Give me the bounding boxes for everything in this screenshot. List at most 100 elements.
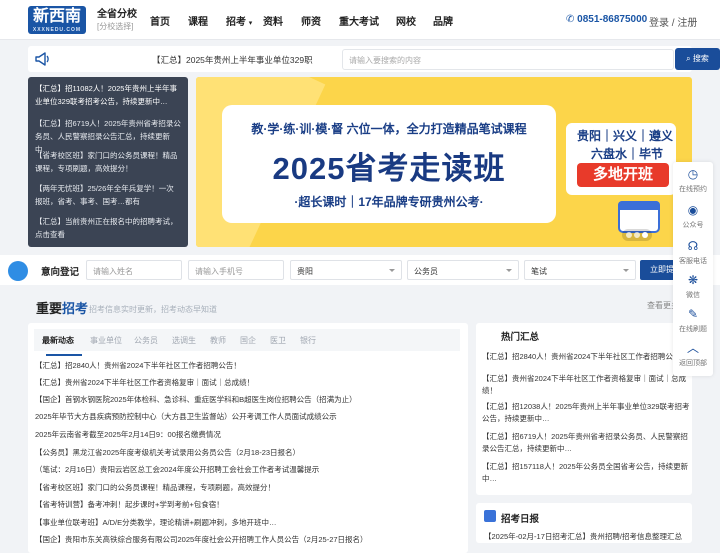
top-header: 新西南 XXXNEDU.COM 全省分校 [分校选择] 首页 课程 招考 ▾ 资… — [0, 0, 720, 40]
chevron-down-icon: ▾ — [248, 20, 253, 27]
news-item[interactable]: 【省考校区班】家门口的公务员课程！精品课程，专项刷题，高效提分！ — [35, 149, 181, 175]
banner-title: 2025省考走读班 — [272, 151, 506, 186]
nav-item-major-exams[interactable]: 重大考试 — [339, 13, 379, 28]
carousel-dots — [622, 229, 652, 241]
category-tabs: 最新动态 事业单位 公务员 选调生 教师 国企 医卫 银行 — [34, 329, 460, 356]
article-link[interactable]: 【省考特训营】备考冲刺！起步课时+学到考前+包食宿！ — [35, 499, 463, 510]
carousel-dot-active[interactable] — [642, 232, 648, 238]
hotline[interactable]: ✆ 0851-86875000 — [566, 14, 647, 25]
tab-teacher[interactable]: 教师 — [210, 335, 226, 346]
branch-selector[interactable]: 全省分校 [分校选择] — [97, 9, 137, 33]
exam-daily-title: 招考日报 — [501, 514, 540, 525]
clock-icon: ◷ — [687, 167, 699, 181]
login-register-link[interactable]: 登录 / 注册 — [649, 14, 697, 29]
hot-item[interactable]: 【汇总】招157118人！2025年公务员全国省考公告，持续更新中… — [482, 461, 690, 485]
wechat-label: 微信 — [686, 292, 700, 299]
exam-select[interactable]: 笔试 — [524, 260, 636, 280]
customer-service-button[interactable]: ☊ 客服电话 — [673, 240, 713, 266]
tab-medical[interactable]: 医卫 — [270, 335, 286, 346]
headset-icon — [8, 261, 28, 281]
registration-label: 意向登记 — [41, 267, 80, 278]
branch-select-link[interactable]: [分校选择] — [97, 21, 137, 33]
exam-daily-item[interactable]: 【2025年-02月-17日招考汇总】贵州招聘/招考信息整理汇总 — [484, 531, 690, 542]
tab-public-institution[interactable]: 事业单位 — [90, 335, 122, 346]
banner-city-line: 六盘水｜毕节 — [591, 147, 664, 161]
banner-badge: 多地开班 — [577, 163, 669, 187]
hot-summary-title: 热门汇总 — [501, 332, 540, 343]
nav-item-exams-label: 招考 — [226, 17, 246, 28]
tab-state-enterprise[interactable]: 国企 — [240, 335, 256, 346]
nav-item-courses[interactable]: 课程 — [188, 13, 208, 28]
nav-item-exams[interactable]: 招考 ▾ — [226, 13, 252, 28]
branch-title: 全省分校 — [97, 9, 137, 20]
article-link[interactable]: （笔试：2月16日）贵阳云岩区总工会2024年度公开招聘工会社会工作者考试温馨提… — [35, 464, 463, 475]
city-select[interactable]: 贵阳 — [290, 260, 402, 280]
section-title-b: 招考 — [62, 301, 89, 316]
carousel-dot[interactable] — [626, 232, 632, 238]
tab-civil-servant[interactable]: 公务员 — [134, 335, 158, 346]
nav-item-home[interactable]: 首页 — [150, 13, 170, 28]
article-link[interactable]: 【汇总】贵州省2024下半年社区工作者资格复审｜面试｜总成绩！ — [35, 377, 463, 388]
active-tab-indicator — [46, 354, 82, 356]
search-button[interactable]: ⌕ 搜索 — [675, 48, 720, 70]
nav-item-brand[interactable]: 品牌 — [433, 13, 453, 28]
phone-input[interactable]: 请输入手机号 — [188, 260, 284, 280]
name-input[interactable]: 请输入姓名 — [86, 260, 182, 280]
back-to-top-button[interactable]: ︿ 返回顶部 — [673, 342, 713, 368]
news-item[interactable]: 【两年无忧班】25/26年全年兵复学！一次报班，省考、事考、国考…都有 — [35, 182, 181, 208]
search-icon: ⌕ — [686, 54, 691, 63]
news-item[interactable]: 【汇总】招11082人！2025年贵州上半年事业单位329联考招考公告，持续更新… — [35, 82, 181, 108]
section-title-a: 重要 — [36, 301, 63, 316]
tab-selected-graduates[interactable]: 选调生 — [172, 335, 196, 346]
section-title: 重要招考 — [36, 298, 88, 317]
exam-news-panel: 最新动态 事业单位 公务员 选调生 教师 国企 医卫 银行 【汇总】招2840人… — [28, 323, 468, 553]
hot-item[interactable]: 【汇总】招12038人！2025年贵州上半年事业单位329联考招考公告，持续更新… — [482, 401, 690, 425]
nav-item-teachers[interactable]: 师资 — [301, 13, 321, 28]
intent-registration-bar: 意向登记 请输入姓名 请输入手机号 贵阳 公务员 笔试 立即提交 — [0, 255, 720, 285]
headset-icon: ☊ — [687, 239, 699, 253]
news-item[interactable]: 【汇总】当前贵州正在报名中的招聘考试，点击查看 — [35, 215, 181, 241]
article-link[interactable]: 2025年云南省考截至2025年2月14日9：00报名缴费情况 — [35, 429, 463, 440]
hot-item[interactable]: 【汇总】贵州省2024下半年社区工作者资格复审｜面试｜总成绩！ — [482, 373, 690, 397]
megaphone-icon — [35, 52, 49, 66]
featured-news-list: 【汇总】招11082人！2025年贵州上半年事业单位329联考招考公告，持续更新… — [28, 77, 188, 247]
banner-subtitle: ·超长课时｜17年品牌专研贵州公考· — [294, 195, 484, 209]
article-link[interactable]: 【汇总】招2840人！贵州省2024下半年社区工作者招聘公告！ — [35, 360, 463, 371]
hot-item[interactable]: 【汇总】招6719人！2025年贵州省考招录公务员、人民警察招录公告汇总，持续更… — [482, 431, 690, 455]
promo-banner[interactable]: 教·学·练·训·模·督 六位一体，全力打造精品笔试课程 2025省考走读班 ·超… — [196, 77, 692, 247]
notice-ticker[interactable]: 【汇总】2025年贵州上半年事业单位329职 — [152, 54, 326, 66]
floating-toolbar: ◷ 在线预约 ◉ 公众号 ☊ 客服电话 ❋ 微信 ✎ 在线刷题 ︿ 返回顶部 — [673, 162, 713, 376]
site-logo[interactable]: 新西南 XXXNEDU.COM — [28, 6, 86, 34]
hot-summary-panel: 热门汇总 【汇总】招2840人！贵州省2024下半年社区工作者招聘公告！ 【汇总… — [476, 323, 692, 495]
nav-item-online-school[interactable]: 网校 — [396, 13, 416, 28]
carousel-dot[interactable] — [634, 232, 640, 238]
wechat-button[interactable]: ❋ 微信 — [673, 274, 713, 300]
article-link[interactable]: 【省考校区班】家门口的公务员课程！精品课程，专项刷题，高效提分！ — [35, 482, 463, 493]
pencil-icon: ✎ — [687, 307, 699, 321]
banner-tagline: 教·学·练·训·模·督 六位一体，全力打造精品笔试课程 — [251, 122, 527, 136]
official-account-button[interactable]: ◉ 公众号 — [673, 204, 713, 230]
article-link[interactable]: 【事业单位联考班】A/D/E分类教学，理论精讲+刷题冲刺，多地开班中… — [35, 517, 463, 528]
tab-latest[interactable]: 最新动态 — [42, 335, 74, 346]
search-input[interactable]: 请输入要搜索的内容 — [342, 49, 674, 70]
hot-item[interactable]: 【汇总】招2840人！贵州省2024下半年社区工作者招聘公告！ — [482, 351, 690, 363]
online-practice-label: 在线刷题 — [679, 326, 707, 333]
exam-daily-panel: 招考日报 【2025年-02月-17日招考汇总】贵州招聘/招考信息整理汇总 — [476, 503, 692, 543]
online-booking-button[interactable]: ◷ 在线预约 — [673, 168, 713, 194]
section-subtitle: 招考信息实时更新，招考动态早知道 — [89, 305, 217, 314]
official-account-label: 公众号 — [682, 222, 704, 229]
arrow-up-icon: ︿ — [686, 341, 699, 355]
nav-item-materials[interactable]: 资料 — [263, 13, 283, 28]
hotline-number: 0851-86875000 — [577, 14, 648, 25]
tab-bank[interactable]: 银行 — [300, 335, 316, 346]
phone-icon: ✆ — [566, 14, 575, 25]
article-link[interactable]: 2025年毕节大方县疾病预防控制中心（大方县卫生监督站）公开考调工作人员面试成绩… — [35, 411, 463, 422]
back-to-top-label: 返回顶部 — [679, 360, 707, 367]
article-link[interactable]: 【国企】首钢水钢医院2025年体检科、急诊科、重症医学科和B超医生岗位招聘公告（… — [35, 394, 463, 405]
wechat-icon: ❋ — [687, 273, 699, 287]
logo-text: 新西南 — [32, 8, 81, 25]
customer-service-label: 客服电话 — [679, 258, 707, 265]
category-select[interactable]: 公务员 — [407, 260, 519, 280]
article-link[interactable]: 【公务员】黑龙江省2025年度考级机关考试录用公务员公告（2月18-23日报名） — [35, 447, 463, 458]
online-practice-button[interactable]: ✎ 在线刷题 — [673, 308, 713, 334]
